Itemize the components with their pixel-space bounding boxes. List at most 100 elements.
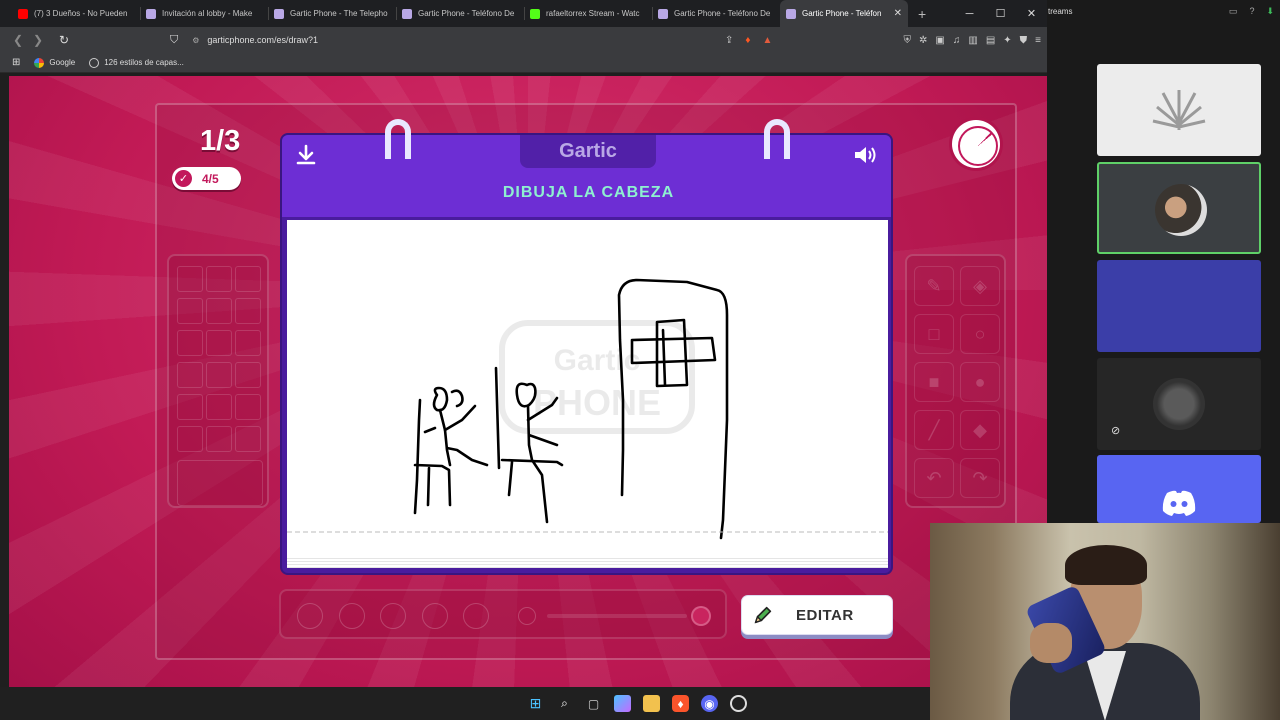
color-swatch[interactable] bbox=[177, 330, 203, 356]
color-swatch[interactable] bbox=[235, 426, 261, 452]
participant-tile-2[interactable] bbox=[1097, 162, 1261, 254]
leaf-avatar-icon bbox=[1152, 90, 1206, 130]
color-swatch[interactable] bbox=[235, 266, 261, 292]
download-icon[interactable] bbox=[294, 143, 318, 167]
bookmark-google[interactable]: Google bbox=[34, 57, 75, 68]
vpn-icon[interactable]: ⛊ bbox=[1020, 35, 1028, 46]
minimize-button[interactable]: ─ bbox=[954, 8, 985, 20]
download-arrow-icon[interactable]: ⬇ bbox=[1266, 6, 1274, 17]
tab-title: Invitación al lobby - Make bbox=[162, 9, 253, 18]
share-icon[interactable]: ⇪ bbox=[725, 35, 733, 46]
window-icon[interactable]: ▭ bbox=[1229, 6, 1238, 17]
screenshot-icon[interactable]: ▣ bbox=[935, 35, 944, 46]
brush-size-1[interactable] bbox=[297, 603, 323, 629]
new-tab-button[interactable]: + bbox=[918, 6, 926, 22]
paper-edge bbox=[287, 558, 888, 568]
filled-ellipse-tool[interactable]: ● bbox=[960, 362, 1000, 402]
tab-title: Gartic Phone - Teléfono De bbox=[674, 9, 771, 18]
tab-gartic-1[interactable]: Gartic Phone - The Telepho bbox=[268, 0, 396, 27]
help-icon[interactable]: ? bbox=[1249, 6, 1254, 17]
maximize-button[interactable]: ☐ bbox=[985, 7, 1016, 20]
url-field[interactable]: ⚙ garticphone.com/es/draw?1 bbox=[192, 30, 752, 50]
menu-icon[interactable]: ≡ bbox=[1035, 35, 1041, 46]
brush-size-5[interactable] bbox=[463, 603, 489, 629]
color-swatch[interactable] bbox=[235, 330, 261, 356]
color-swatch[interactable] bbox=[177, 394, 203, 420]
wallet-icon[interactable]: ▤ bbox=[986, 35, 995, 46]
fill-bucket-tool[interactable]: ◆ bbox=[960, 410, 1000, 450]
music-icon[interactable]: ♫ bbox=[953, 35, 961, 46]
color-swatch[interactable] bbox=[235, 362, 261, 388]
close-tab-icon[interactable]: ✕ bbox=[894, 8, 902, 19]
file-explorer-icon[interactable] bbox=[643, 695, 660, 712]
color-swatch[interactable] bbox=[177, 362, 203, 388]
bookmark-capas[interactable]: 126 estilos de capas... bbox=[89, 57, 184, 68]
pencil-tool[interactable]: ✎ bbox=[914, 266, 954, 306]
eraser-tool[interactable]: ◈ bbox=[960, 266, 1000, 306]
color-swatch[interactable] bbox=[235, 298, 261, 324]
bookmark-icon[interactable]: ⛉ bbox=[170, 34, 178, 47]
ellipse-tool[interactable]: ○ bbox=[960, 314, 1000, 354]
brave-shield-icon[interactable]: ♦ bbox=[745, 35, 750, 46]
color-palette bbox=[167, 254, 269, 508]
discord-taskbar-icon[interactable]: ◉ bbox=[701, 695, 718, 712]
brush-size-4[interactable] bbox=[422, 603, 448, 629]
sidebar-icon[interactable]: ▥ bbox=[968, 35, 977, 46]
site-info-icon[interactable]: ⚙ bbox=[192, 36, 199, 45]
color-swatch[interactable] bbox=[177, 426, 203, 452]
opacity-min-icon bbox=[518, 607, 536, 625]
gartic-logo: Gartic bbox=[520, 135, 656, 168]
participant-avatar bbox=[1153, 378, 1205, 430]
obs-icon[interactable] bbox=[730, 695, 747, 712]
close-window-button[interactable]: ✕ bbox=[1016, 7, 1047, 20]
color-swatch[interactable] bbox=[235, 394, 261, 420]
brave-rewards-icon[interactable]: ▲ bbox=[763, 35, 773, 46]
extension-icon[interactable]: ✲ bbox=[919, 35, 927, 46]
back-button[interactable]: ❮ bbox=[8, 33, 28, 47]
tab-kick[interactable]: rafaeltorrex Stream - Watc bbox=[524, 0, 652, 27]
color-swatch[interactable] bbox=[206, 362, 232, 388]
tab-lobby[interactable]: Invitación al lobby - Make bbox=[140, 0, 268, 27]
rectangle-tool[interactable]: □ bbox=[914, 314, 954, 354]
discord-tile[interactable] bbox=[1097, 455, 1261, 523]
line-tool[interactable]: ╱ bbox=[914, 410, 954, 450]
participant-tile-1[interactable] bbox=[1097, 64, 1261, 156]
color-swatch[interactable] bbox=[206, 266, 232, 292]
brush-size-2[interactable] bbox=[339, 603, 365, 629]
tab-gartic-3[interactable]: Gartic Phone - Teléfono De bbox=[652, 0, 780, 27]
color-swatch[interactable] bbox=[206, 330, 232, 356]
leo-icon[interactable]: ✦ bbox=[1003, 35, 1011, 46]
tab-title: rafaeltorrex Stream - Watc bbox=[546, 9, 640, 18]
opacity-slider-handle[interactable] bbox=[691, 606, 711, 626]
filled-rectangle-tool[interactable]: ■ bbox=[914, 362, 954, 402]
forward-button[interactable]: ❯ bbox=[28, 33, 48, 47]
color-swatch[interactable] bbox=[206, 298, 232, 324]
apps-grid-icon[interactable]: ⊞ bbox=[12, 57, 20, 68]
color-swatch[interactable] bbox=[206, 426, 232, 452]
color-swatch[interactable] bbox=[177, 266, 203, 292]
volume-icon[interactable] bbox=[852, 143, 880, 167]
tab-gartic-active[interactable]: Gartic Phone - Teléfon ✕ bbox=[780, 0, 908, 27]
windows-start-icon[interactable]: ⊞ bbox=[527, 695, 544, 712]
mute-icon: ⊘ bbox=[1111, 425, 1121, 437]
redo-tool[interactable]: ↷ bbox=[960, 458, 1000, 498]
shield-icon[interactable]: ⛨ bbox=[904, 35, 912, 46]
tab-gartic-2[interactable]: Gartic Phone - Teléfono De bbox=[396, 0, 524, 27]
brave-browser-icon[interactable]: ♦ bbox=[672, 695, 689, 712]
reload-button[interactable]: ↻ bbox=[54, 33, 74, 47]
current-color-swatch[interactable] bbox=[177, 460, 263, 506]
opacity-slider-track[interactable] bbox=[547, 614, 687, 618]
participant-tile-3[interactable] bbox=[1097, 260, 1261, 352]
color-swatch[interactable] bbox=[177, 298, 203, 324]
participant-tile-4[interactable]: ⊘ bbox=[1097, 358, 1261, 450]
edit-button[interactable]: EDITAR bbox=[741, 595, 893, 635]
copilot-icon[interactable] bbox=[614, 695, 631, 712]
tab-youtube[interactable]: (7) 3 Dueños - No Pueden bbox=[12, 0, 140, 27]
undo-tool[interactable]: ↶ bbox=[914, 458, 954, 498]
drawing-canvas[interactable]: Gartic PHONE bbox=[287, 220, 888, 568]
color-swatch[interactable] bbox=[206, 394, 232, 420]
task-view-icon[interactable]: ▢ bbox=[585, 695, 602, 712]
search-icon[interactable]: ⌕ bbox=[556, 695, 573, 712]
brush-size-3[interactable] bbox=[380, 603, 406, 629]
google-icon bbox=[34, 57, 45, 68]
